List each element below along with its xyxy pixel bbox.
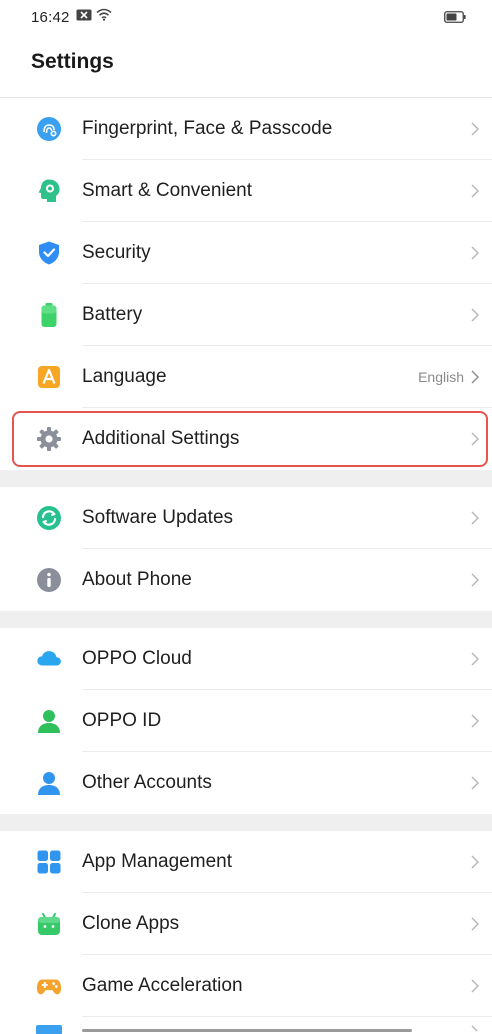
status-time: 16:42: [31, 8, 70, 26]
group-separator: [0, 814, 492, 831]
chevron-right-icon: [471, 246, 479, 260]
language-icon: [36, 364, 62, 390]
settings-item-app-management[interactable]: App Management: [0, 831, 492, 893]
smart-convenient-icon: [36, 178, 62, 204]
settings-list: Fingerprint, Face & Passcode Smart & Con…: [0, 98, 492, 1017]
language-value: English: [418, 369, 464, 385]
chevron-right-icon: [471, 184, 479, 198]
settings-group-accounts: OPPO Cloud OPPO ID Other Accounts: [0, 628, 492, 814]
settings-item-smart-convenient[interactable]: Smart & Convenient: [0, 160, 492, 222]
chevron-right-icon: [471, 714, 479, 728]
chevron-right-icon: [471, 370, 479, 384]
settings-item-game-acceleration[interactable]: Game Acceleration: [0, 955, 492, 1017]
row-divider: [82, 1016, 492, 1017]
shield-icon: [36, 240, 62, 266]
settings-item-oppo-id[interactable]: OPPO ID: [0, 690, 492, 752]
status-bar: 16:42: [0, 0, 492, 34]
settings-item-label: Fingerprint, Face & Passcode: [82, 118, 333, 139]
settings-item-label: OPPO Cloud: [82, 648, 192, 669]
settings-item-label: Clone Apps: [82, 913, 180, 934]
cloud-icon: [36, 646, 62, 672]
group-separator: [0, 611, 492, 628]
partial-list-item: [0, 1022, 492, 1034]
notification-icon: [76, 8, 92, 26]
settings-item-label: Software Updates: [82, 507, 234, 528]
chevron-right-icon: [471, 776, 479, 790]
settings-item-label: Additional Settings: [82, 428, 240, 449]
settings-item-additional-settings[interactable]: Additional Settings: [0, 408, 492, 470]
chevron-right-icon: [471, 573, 479, 587]
clone-apps-icon: [36, 911, 62, 937]
group-separator: [0, 470, 492, 487]
settings-group-general: Fingerprint, Face & Passcode Smart & Con…: [0, 98, 492, 470]
partial-row-preview: [36, 1025, 478, 1034]
user-id-icon: [36, 708, 62, 734]
settings-item-software-updates[interactable]: Software Updates: [0, 487, 492, 549]
settings-item-about-phone[interactable]: About Phone: [0, 549, 492, 611]
chevron-right-icon: [471, 917, 479, 931]
settings-item-clone-apps[interactable]: Clone Apps: [0, 893, 492, 955]
settings-item-label: Smart & Convenient: [82, 180, 253, 201]
page-title: Settings: [31, 50, 114, 73]
settings-group-system: Software Updates About Phone: [0, 487, 492, 611]
settings-item-other-accounts[interactable]: Other Accounts: [0, 752, 492, 814]
settings-item-label: About Phone: [82, 569, 192, 590]
settings-item-language[interactable]: Language English: [0, 346, 492, 408]
settings-item-fingerprint[interactable]: Fingerprint, Face & Passcode: [0, 98, 492, 160]
chevron-right-icon: [471, 855, 479, 869]
wifi-icon: [96, 8, 112, 26]
chevron-right-icon: [471, 432, 479, 446]
user-accounts-icon: [36, 770, 62, 796]
settings-item-label: App Management: [82, 851, 232, 872]
settings-group-apps: App Management Clone Apps Game Accelerat…: [0, 831, 492, 1017]
settings-item-label: OPPO ID: [82, 710, 162, 731]
settings-item-battery[interactable]: Battery: [0, 284, 492, 346]
chevron-right-icon: [471, 652, 479, 666]
settings-screen: 16:42 Settings Fingerprint, Face & Passc…: [0, 0, 492, 1034]
chevron-right-icon: [471, 979, 479, 993]
status-icons: [76, 8, 112, 26]
chevron-right-icon: [471, 122, 479, 136]
app-grid-icon: [36, 849, 62, 875]
gear-icon: [36, 426, 62, 452]
settings-item-label: Security: [82, 242, 151, 263]
settings-item-label: Game Acceleration: [82, 975, 243, 996]
chevron-right-icon: [471, 308, 479, 322]
battery-icon: [36, 302, 62, 328]
settings-item-security[interactable]: Security: [0, 222, 492, 284]
battery-status-icon: [444, 11, 466, 23]
gamepad-icon: [36, 973, 62, 999]
software-update-icon: [36, 505, 62, 531]
info-icon: [36, 567, 62, 593]
settings-item-oppo-cloud[interactable]: OPPO Cloud: [0, 628, 492, 690]
settings-item-label: Battery: [82, 304, 143, 325]
fingerprint-face-icon: [36, 116, 62, 142]
settings-item-label: Other Accounts: [82, 772, 212, 793]
chevron-right-icon: [471, 511, 479, 525]
settings-item-label: Language: [82, 366, 167, 387]
